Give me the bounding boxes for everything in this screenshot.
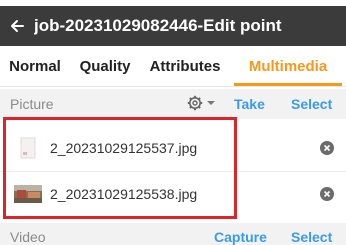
title-bar: job-20231029082446-Edit point [0, 6, 346, 46]
close-icon [323, 144, 331, 152]
picture-section-title: Picture [10, 96, 54, 112]
tab-normal[interactable]: Normal [0, 46, 70, 86]
list-item[interactable]: 2_20231029125537.jpg [0, 126, 346, 170]
picture-section-header: Picture Take Select [0, 89, 346, 119]
file-name: 2_20231029125538.jpg [50, 186, 198, 202]
select-picture-button[interactable]: Select [291, 96, 332, 112]
settings-dropdown[interactable] [187, 95, 216, 111]
blank-thumbnail-icon [20, 137, 36, 159]
chevron-down-icon [207, 101, 215, 105]
gear-icon [187, 95, 203, 111]
tab-bar: Normal Quality Attributes Multimedia [0, 46, 346, 87]
remove-file-button[interactable] [320, 187, 334, 201]
take-picture-button[interactable]: Take [234, 96, 265, 112]
tab-quality[interactable]: Quality [70, 46, 140, 86]
close-icon [323, 190, 331, 198]
video-section-header: Video Capture Select [0, 223, 346, 245]
file-name: 2_20231029125537.jpg [50, 140, 198, 156]
photo-thumbnail-icon [14, 185, 42, 203]
picture-file-list: 2_20231029125537.jpg 2_20231029125538.jp… [0, 119, 346, 217]
back-arrow-icon[interactable] [0, 6, 34, 46]
list-item[interactable]: 2_20231029125538.jpg [0, 172, 346, 216]
remove-file-button[interactable] [320, 141, 334, 155]
page-title: job-20231029082446-Edit point [34, 16, 282, 35]
tab-attributes[interactable]: Attributes [140, 46, 230, 86]
tab-multimedia[interactable]: Multimedia [230, 46, 346, 86]
